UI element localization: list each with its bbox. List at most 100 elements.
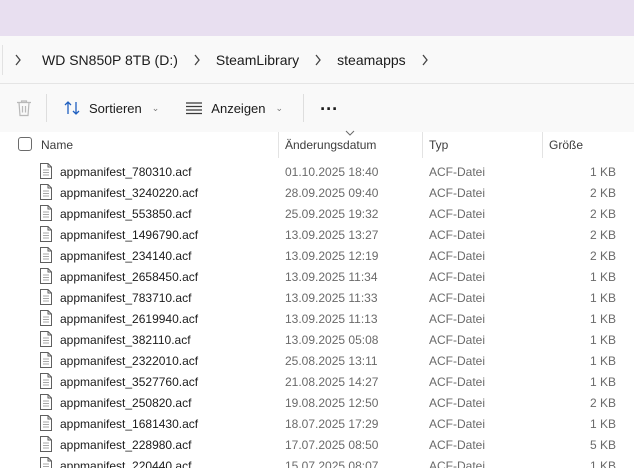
breadcrumb-separator[interactable] bbox=[412, 54, 438, 66]
delete-button[interactable] bbox=[10, 92, 38, 124]
view-label: Anzeigen bbox=[211, 100, 266, 116]
file-row[interactable]: appmanifest_2619940.acf 13.09.2025 11:13 A… bbox=[0, 308, 634, 329]
view-button[interactable]: Anzeigen ⌄ bbox=[177, 92, 291, 124]
file-row[interactable]: appmanifest_3240220.acf 28.09.2025 09:40 A… bbox=[0, 182, 634, 203]
file-type: ACF-Datei bbox=[429, 291, 486, 305]
file-name: appmanifest_220440.acf bbox=[60, 459, 192, 468]
chevron-right-icon bbox=[315, 54, 321, 65]
file-icon bbox=[40, 373, 52, 389]
file-row[interactable]: appmanifest_783710.acf 13.09.2025 11:33 AC… bbox=[0, 287, 634, 308]
sort-icon bbox=[64, 101, 80, 115]
file-name: appmanifest_382110.acf bbox=[60, 333, 191, 347]
file-size: 1 KB bbox=[589, 459, 616, 468]
file-name: appmanifest_553850.acf bbox=[60, 207, 192, 221]
select-all-checkbox[interactable] bbox=[18, 137, 32, 151]
file-type: ACF-Datei bbox=[429, 333, 486, 347]
expand-path-button[interactable] bbox=[2, 44, 32, 75]
file-date: 13.09.2025 12:19 bbox=[285, 249, 379, 263]
column-header-date[interactable]: Änderungsdatum bbox=[285, 138, 376, 152]
file-date: 21.08.2025 14:27 bbox=[285, 375, 379, 389]
file-date: 18.07.2025 17:29 bbox=[285, 417, 379, 431]
file-name: appmanifest_234140.acf bbox=[60, 249, 192, 263]
file-date: 13.09.2025 11:13 bbox=[285, 312, 378, 326]
file-type: ACF-Datei bbox=[429, 165, 486, 179]
file-type: ACF-Datei bbox=[429, 312, 486, 326]
title-bar bbox=[0, 0, 634, 36]
file-size: 2 KB bbox=[589, 396, 616, 410]
file-row[interactable]: appmanifest_553850.acf 25.09.2025 19:32 AC… bbox=[0, 203, 634, 224]
breadcrumb-separator[interactable] bbox=[305, 54, 331, 66]
file-date: 28.09.2025 09:40 bbox=[285, 186, 379, 200]
more-options-label: ... bbox=[320, 93, 339, 114]
file-date: 19.08.2025 12:50 bbox=[285, 396, 379, 410]
breadcrumb-steamlibrary[interactable]: SteamLibrary bbox=[210, 52, 305, 68]
file-name: appmanifest_783710.acf bbox=[60, 291, 192, 305]
file-name: appmanifest_3240220.acf bbox=[60, 186, 199, 200]
file-size: 1 KB bbox=[589, 417, 616, 431]
file-size: 2 KB bbox=[589, 186, 616, 200]
sort-button[interactable]: Sortieren ⌄ bbox=[55, 92, 167, 124]
file-type: ACF-Datei bbox=[429, 354, 486, 368]
file-row[interactable]: appmanifest_3527760.acf 21.08.2025 14:27 A… bbox=[0, 371, 634, 392]
command-separator bbox=[46, 94, 47, 122]
column-divider[interactable] bbox=[422, 132, 423, 158]
file-size: 2 KB bbox=[589, 207, 616, 221]
file-type: ACF-Datei bbox=[429, 375, 486, 389]
file-row[interactable]: appmanifest_382110.acf 13.09.2025 05:08 AC… bbox=[0, 329, 634, 350]
file-date: 25.09.2025 19:32 bbox=[285, 207, 379, 221]
file-type: ACF-Datei bbox=[429, 186, 486, 200]
chevron-down-icon: ⌄ bbox=[151, 102, 160, 113]
file-row[interactable]: appmanifest_1496790.acf 13.09.2025 13:27 A… bbox=[0, 224, 634, 245]
file-name: appmanifest_780310.acf bbox=[60, 165, 192, 179]
file-row[interactable]: appmanifest_2322010.acf 25.08.2025 13:11 A… bbox=[0, 350, 634, 371]
column-header-name[interactable]: Name bbox=[41, 138, 73, 152]
breadcrumb-drive[interactable]: WD SN850P 8TB (D:) bbox=[36, 52, 184, 68]
file-size: 1 KB bbox=[589, 375, 616, 389]
file-size: 1 KB bbox=[589, 312, 616, 326]
file-icon bbox=[40, 331, 52, 347]
file-icon bbox=[40, 310, 52, 326]
file-name: appmanifest_1496790.acf bbox=[60, 228, 199, 242]
file-size: 1 KB bbox=[589, 291, 616, 305]
file-name: appmanifest_250820.acf bbox=[60, 396, 192, 410]
file-name: appmanifest_228980.acf bbox=[60, 438, 192, 452]
column-divider[interactable] bbox=[278, 132, 279, 158]
file-name: appmanifest_1681430.acf bbox=[60, 417, 199, 431]
address-bar[interactable]: WD SN850P 8TB (D:) SteamLibrary steamapp… bbox=[0, 36, 634, 84]
breadcrumb-separator[interactable] bbox=[184, 54, 210, 66]
file-date: 13.09.2025 11:34 bbox=[285, 270, 378, 284]
file-size: 1 KB bbox=[589, 354, 616, 368]
file-row[interactable]: appmanifest_220440.acf 15.07.2025 08:07 AC… bbox=[0, 455, 634, 468]
file-type: ACF-Datei bbox=[429, 459, 486, 468]
column-header-size[interactable]: Größe bbox=[549, 138, 583, 152]
file-row[interactable]: appmanifest_1681430.acf 18.07.2025 17:29 A… bbox=[0, 413, 634, 434]
file-type: ACF-Datei bbox=[429, 249, 486, 263]
file-row[interactable]: appmanifest_780310.acf 01.10.2025 18:40 AC… bbox=[0, 161, 634, 182]
file-row[interactable]: appmanifest_228980.acf 17.07.2025 08:50 AC… bbox=[0, 434, 634, 455]
file-icon bbox=[40, 226, 52, 242]
file-size: 1 KB bbox=[589, 165, 616, 179]
file-type: ACF-Datei bbox=[429, 270, 486, 284]
column-divider[interactable] bbox=[542, 132, 543, 158]
command-separator bbox=[303, 94, 305, 122]
file-icon bbox=[40, 247, 52, 263]
file-name: appmanifest_2658450.acf bbox=[60, 270, 199, 284]
file-row[interactable]: appmanifest_234140.acf 13.09.2025 12:19 AC… bbox=[0, 245, 634, 266]
file-date: 13.09.2025 05:08 bbox=[285, 333, 379, 347]
file-size: 1 KB bbox=[589, 270, 616, 284]
file-icon bbox=[40, 205, 52, 221]
column-header-row: Name Änderungsdatum Typ Größe bbox=[0, 130, 634, 158]
file-icon bbox=[40, 163, 52, 179]
file-type: ACF-Datei bbox=[429, 228, 486, 242]
file-row[interactable]: appmanifest_2658450.acf 13.09.2025 11:34 A… bbox=[0, 266, 634, 287]
breadcrumb-steamapps[interactable]: steamapps bbox=[331, 52, 411, 68]
file-list: appmanifest_780310.acf 01.10.2025 18:40 AC… bbox=[0, 161, 634, 468]
file-date: 17.07.2025 08:50 bbox=[285, 438, 379, 452]
chevron-right-icon bbox=[194, 54, 200, 65]
column-header-type[interactable]: Typ bbox=[429, 138, 448, 152]
file-icon bbox=[40, 184, 52, 200]
file-size: 1 KB bbox=[589, 333, 616, 347]
sort-indicator-icon bbox=[345, 130, 355, 136]
file-row[interactable]: appmanifest_250820.acf 19.08.2025 12:50 AC… bbox=[0, 392, 634, 413]
more-options-button[interactable]: ... bbox=[312, 92, 346, 124]
